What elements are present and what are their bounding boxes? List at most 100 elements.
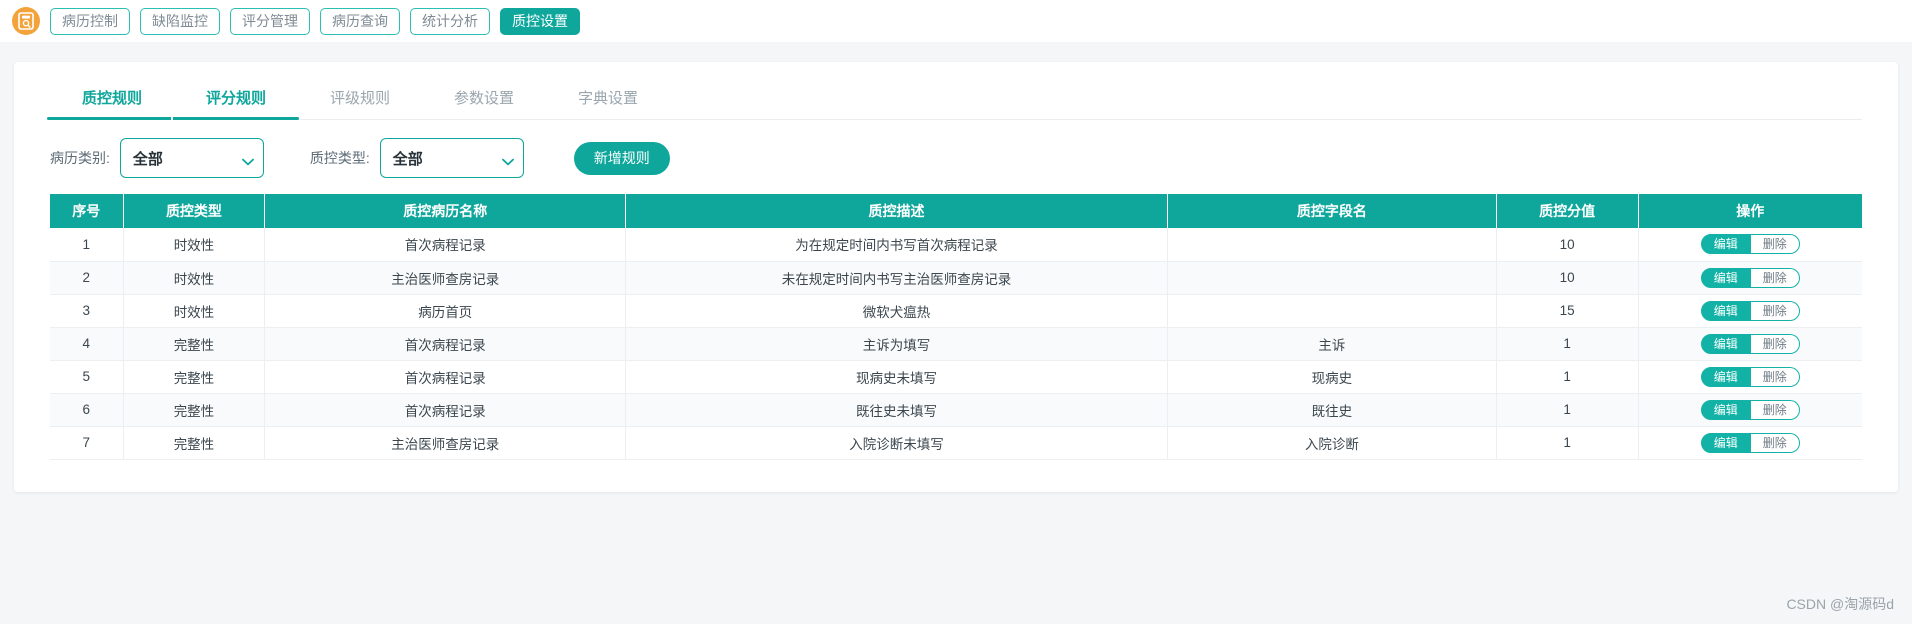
cell-field-name: 入院诊断 — [1167, 426, 1497, 460]
document-medical-icon — [18, 12, 34, 30]
action-button-group: 编辑 删除 — [1700, 366, 1800, 387]
sub-tab-bar: 质控规则 评分规则 评级规则 参数设置 字典设置 — [14, 62, 1898, 120]
col-header-index: 序号 — [50, 194, 124, 228]
cell-score: 15 — [1496, 294, 1639, 328]
table-row: 5 完整性 首次病程记录 现病史未填写 现病史 1 编辑 删除 — [50, 360, 1862, 394]
content-card: 质控规则 评分规则 评级规则 参数设置 字典设置 病历类别: 全部 质控类型: … — [14, 62, 1898, 492]
cell-index: 7 — [50, 426, 124, 460]
qc-type-select[interactable]: 全部 — [379, 138, 524, 178]
delete-button[interactable]: 删除 — [1750, 432, 1800, 453]
edit-button[interactable]: 编辑 — [1700, 234, 1751, 255]
nav-button-defect-monitoring[interactable]: 缺陷监控 — [140, 7, 220, 35]
delete-button[interactable]: 删除 — [1750, 399, 1800, 420]
qc-type-value: 全部 — [392, 150, 423, 168]
cell-record-name: 主治医师查房记录 — [264, 426, 627, 460]
delete-button[interactable]: 删除 — [1750, 333, 1800, 354]
filter-toolbar: 病历类别: 全部 质控类型: 全部 新增规则 — [14, 120, 1898, 178]
cell-description: 微软犬瘟热 — [625, 294, 1168, 328]
cell-record-name: 病历首页 — [264, 294, 627, 328]
col-header-qc-type: 质控类型 — [123, 194, 266, 228]
cell-field-name — [1167, 261, 1497, 295]
cell-score: 1 — [1496, 426, 1639, 460]
table-row: 7 完整性 主治医师查房记录 入院诊断未填写 入院诊断 1 编辑 删除 — [50, 426, 1862, 460]
cell-description: 主诉为填写 — [625, 327, 1168, 361]
nav-button-qc-settings[interactable]: 质控设置 — [500, 7, 580, 35]
col-header-field-name: 质控字段名 — [1167, 194, 1497, 228]
cell-record-name: 首次病程记录 — [264, 360, 627, 394]
top-navigation-bar: 病历控制 缺陷监控 评分管理 病历查询 统计分析 质控设置 — [0, 0, 1912, 42]
cell-qc-type: 时效性 — [123, 261, 266, 295]
cell-qc-type: 完整性 — [123, 426, 266, 460]
table-row: 6 完整性 首次病程记录 既往史未填写 既往史 1 编辑 删除 — [50, 393, 1862, 427]
tab-grading-rules[interactable]: 评级规则 — [298, 87, 422, 120]
cell-score: 1 — [1496, 360, 1639, 394]
watermark: CSDN @淘源码d — [1786, 596, 1894, 612]
cell-score: 1 — [1496, 393, 1639, 427]
app-root: 病历控制 缺陷监控 评分管理 病历查询 统计分析 质控设置 质控规则 评分规则 … — [0, 0, 1912, 624]
cell-qc-type: 时效性 — [123, 228, 266, 262]
tab-active-indicator — [47, 117, 299, 120]
edit-button[interactable]: 编辑 — [1700, 300, 1751, 321]
table-row: 4 完整性 首次病程记录 主诉为填写 主诉 1 编辑 删除 — [50, 327, 1862, 361]
nav-button-medical-record-control[interactable]: 病历控制 — [50, 7, 130, 35]
edit-button[interactable]: 编辑 — [1700, 333, 1751, 354]
table-row: 2 时效性 主治医师查房记录 未在规定时间内书写主治医师查房记录 10 编辑 删除 — [50, 261, 1862, 295]
cell-index: 6 — [50, 393, 124, 427]
nav-button-score-management[interactable]: 评分管理 — [230, 7, 310, 35]
qc-type-label: 质控类型: — [309, 150, 370, 166]
delete-button[interactable]: 删除 — [1750, 267, 1800, 288]
cell-score: 10 — [1496, 228, 1639, 262]
cell-index: 4 — [50, 327, 124, 361]
add-rule-button[interactable]: 新增规则 — [573, 141, 670, 175]
delete-button[interactable]: 删除 — [1750, 366, 1800, 387]
cell-description: 为在规定时间内书写首次病程记录 — [625, 228, 1168, 262]
app-logo — [12, 7, 40, 35]
cell-qc-type: 完整性 — [123, 393, 266, 427]
chevron-down-icon — [241, 153, 254, 166]
cell-field-name — [1167, 294, 1497, 328]
col-header-record-name: 质控病历名称 — [264, 194, 627, 228]
tab-qc-rules[interactable]: 质控规则 — [50, 87, 174, 120]
action-button-group: 编辑 删除 — [1700, 399, 1800, 420]
delete-button[interactable]: 删除 — [1750, 234, 1800, 255]
cell-description: 既往史未填写 — [625, 393, 1168, 427]
edit-button[interactable]: 编辑 — [1700, 399, 1751, 420]
cell-qc-type: 时效性 — [123, 294, 266, 328]
chevron-down-icon — [501, 153, 514, 166]
delete-button[interactable]: 删除 — [1750, 300, 1800, 321]
action-button-group: 编辑 删除 — [1700, 300, 1800, 321]
case-type-select[interactable]: 全部 — [119, 138, 264, 178]
cell-record-name: 首次病程记录 — [264, 228, 627, 262]
cell-score: 10 — [1496, 261, 1639, 295]
tab-parameter-settings[interactable]: 参数设置 — [422, 87, 546, 120]
tab-dictionary-settings[interactable]: 字典设置 — [546, 87, 670, 120]
cell-record-name: 主治医师查房记录 — [264, 261, 627, 295]
table-row: 1 时效性 首次病程记录 为在规定时间内书写首次病程记录 10 编辑 删除 — [50, 228, 1862, 262]
cell-record-name: 首次病程记录 — [264, 393, 627, 427]
cell-actions: 编辑 删除 — [1638, 426, 1862, 460]
cell-score: 1 — [1496, 327, 1639, 361]
cell-index: 3 — [50, 294, 124, 328]
cell-actions: 编辑 删除 — [1638, 327, 1862, 361]
action-button-group: 编辑 删除 — [1700, 267, 1800, 288]
cell-field-name: 主诉 — [1167, 327, 1497, 361]
edit-button[interactable]: 编辑 — [1700, 432, 1751, 453]
cell-qc-type: 完整性 — [123, 327, 266, 361]
table-header-row: 序号 质控类型 质控病历名称 质控描述 质控字段名 质控分值 操作 — [50, 194, 1862, 228]
table-head: 序号 质控类型 质控病历名称 质控描述 质控字段名 质控分值 操作 — [50, 194, 1862, 228]
tab-bar-divider — [50, 119, 1862, 120]
edit-button[interactable]: 编辑 — [1700, 366, 1751, 387]
cell-field-name — [1167, 228, 1497, 262]
case-type-value: 全部 — [132, 150, 163, 168]
col-header-description: 质控描述 — [625, 194, 1168, 228]
tab-scoring-rules[interactable]: 评分规则 — [174, 87, 298, 120]
nav-button-statistics-analysis[interactable]: 统计分析 — [410, 7, 490, 35]
action-button-group: 编辑 删除 — [1700, 432, 1800, 453]
table-body: 1 时效性 首次病程记录 为在规定时间内书写首次病程记录 10 编辑 删除 2 时效性 主治医师查… — [50, 228, 1862, 460]
nav-button-record-query[interactable]: 病历查询 — [320, 7, 400, 35]
edit-button[interactable]: 编辑 — [1700, 267, 1751, 288]
table-row: 3 时效性 病历首页 微软犬瘟热 15 编辑 删除 — [50, 294, 1862, 328]
cell-description: 现病史未填写 — [625, 360, 1168, 394]
cell-actions: 编辑 删除 — [1638, 294, 1862, 328]
cell-actions: 编辑 删除 — [1638, 360, 1862, 394]
